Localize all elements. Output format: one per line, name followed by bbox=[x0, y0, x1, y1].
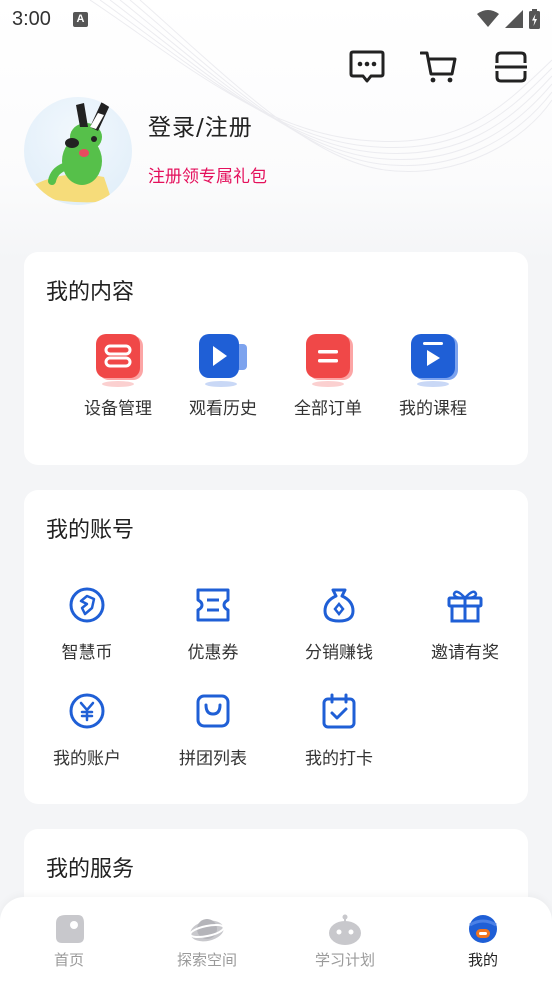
item-label: 设备管理 bbox=[84, 399, 152, 419]
scan-button[interactable] bbox=[492, 48, 530, 86]
item-label: 智慧币 bbox=[61, 643, 113, 663]
item-label: 优惠券 bbox=[187, 643, 239, 663]
tab-label: 探索空间 bbox=[176, 951, 237, 969]
message-icon bbox=[349, 50, 385, 83]
status-bar: 3:00 A bbox=[0, 0, 552, 38]
card-title: 我的账号 bbox=[46, 518, 135, 543]
coupon-item[interactable]: 优惠券 bbox=[150, 586, 276, 663]
avatar[interactable] bbox=[24, 97, 132, 205]
group-buy-list-item[interactable]: 拼团列表 bbox=[150, 692, 276, 769]
mascot-dog-icon bbox=[34, 101, 112, 203]
status-time: 3:00 bbox=[12, 7, 51, 30]
cart-button[interactable] bbox=[420, 48, 458, 86]
battery-icon bbox=[529, 9, 540, 29]
invite-reward-item[interactable]: 邀请有奖 bbox=[402, 586, 528, 663]
notification-a-icon: A bbox=[72, 11, 88, 27]
item-label: 我的打卡 bbox=[305, 749, 373, 769]
signup-gift-link[interactable]: 注册领专属礼包 bbox=[148, 162, 267, 187]
calendar-check-icon bbox=[322, 693, 356, 729]
message-button[interactable] bbox=[348, 48, 386, 86]
tab-mine[interactable]: 我的 bbox=[423, 913, 543, 970]
tab-label: 首页 bbox=[53, 951, 84, 969]
shopping-bag-icon bbox=[196, 694, 230, 728]
gift-icon bbox=[447, 590, 483, 623]
profile-section: 登录/注册 注册领专属礼包 bbox=[24, 97, 267, 205]
money-bag-icon bbox=[323, 588, 355, 623]
item-label: 观看历史 bbox=[189, 399, 257, 419]
wisdom-coin-item[interactable]: 智慧币 bbox=[24, 586, 150, 663]
card-title: 我的服务 bbox=[46, 857, 135, 882]
distribution-earn-item[interactable]: 分销赚钱 bbox=[276, 586, 402, 663]
planet-icon bbox=[189, 919, 225, 942]
tab-label: 学习计划 bbox=[314, 951, 375, 969]
robot-icon bbox=[329, 914, 361, 945]
item-label: 全部订单 bbox=[294, 399, 362, 419]
my-checkin-item[interactable]: 我的打卡 bbox=[276, 692, 402, 769]
scan-icon bbox=[495, 51, 527, 83]
device-icon bbox=[96, 334, 143, 387]
course-icon bbox=[411, 334, 458, 387]
tab-home[interactable]: 首页 bbox=[9, 913, 129, 970]
signal-icon bbox=[505, 10, 523, 28]
item-label: 分销赚钱 bbox=[305, 643, 373, 663]
item-label: 邀请有奖 bbox=[431, 643, 499, 663]
profile-icon bbox=[469, 915, 497, 943]
item-label: 我的账户 bbox=[53, 749, 121, 769]
my-content-card: 我的内容 设备管理 观看历史 全部订单 我的课程 bbox=[24, 252, 528, 465]
cart-icon bbox=[420, 51, 457, 83]
header-actions bbox=[348, 48, 530, 86]
coupon-icon bbox=[196, 588, 230, 622]
my-account-card: 我的账号 智慧币 优惠券 分销赚钱 邀请有奖 我的账户 拼团列表 我的打卡 bbox=[24, 490, 528, 804]
tab-study-plan[interactable]: 学习计划 bbox=[285, 913, 405, 970]
card-title: 我的内容 bbox=[46, 280, 135, 305]
my-account-item[interactable]: 我的账户 bbox=[24, 692, 150, 769]
home-icon bbox=[56, 915, 84, 943]
yen-icon bbox=[69, 693, 105, 729]
login-register-link[interactable]: 登录/注册 bbox=[148, 108, 267, 142]
coin-icon bbox=[69, 587, 105, 623]
wifi-icon bbox=[477, 10, 499, 27]
item-label: 拼团列表 bbox=[179, 749, 247, 769]
item-label: 我的课程 bbox=[399, 399, 467, 419]
tab-label: 我的 bbox=[467, 951, 498, 969]
bottom-tab-bar: 首页 探索空间 学习计划 我的 bbox=[0, 897, 552, 983]
order-icon bbox=[306, 334, 353, 387]
my-courses-item[interactable]: 我的课程 bbox=[370, 332, 496, 419]
tab-explore[interactable]: 探索空间 bbox=[147, 913, 267, 970]
video-icon bbox=[199, 334, 247, 387]
